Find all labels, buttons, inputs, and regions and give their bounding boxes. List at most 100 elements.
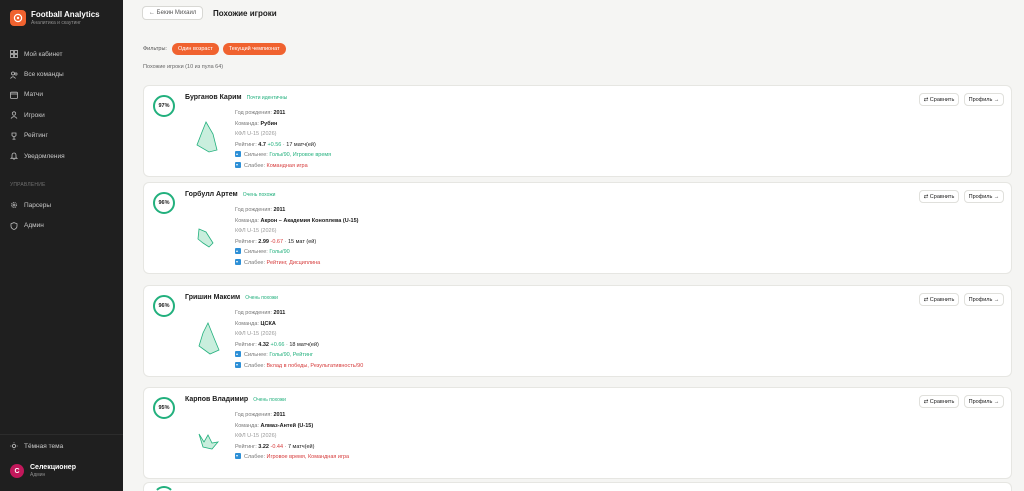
matches-count: 7 матч(ей) <box>287 443 315 450</box>
radar-chart <box>196 121 218 153</box>
sidebar-item-label: Мой кабинет <box>24 50 63 58</box>
arrow-down-icon <box>235 258 241 265</box>
sidebar-nav-admin: Парсеры Админ <box>0 195 123 236</box>
matches-count: 17 матч(ей) <box>286 141 316 148</box>
calendar-icon <box>10 91 18 99</box>
stronger-stats: Голы/90, Рейтинг <box>269 352 313 359</box>
filters-label: Фильтры: <box>143 46 167 52</box>
sidebar-item-teams[interactable]: Все команды <box>0 64 123 84</box>
stronger-stats: Голы/90, Игровое время <box>269 152 332 159</box>
sidebar-item-label: Все команды <box>24 71 64 79</box>
player-name-link[interactable]: Бурганов Карим Почти идентичны <box>185 94 287 101</box>
stronger-label: Сильнее: <box>244 352 268 359</box>
back-button[interactable]: ← Бекин Михаил <box>142 6 204 20</box>
app-logo-icon <box>10 10 26 26</box>
player-name: Карпов Владимир <box>185 396 249 403</box>
rating-label: Рейтинг: <box>235 443 257 450</box>
sidebar-item-label: Рейтинг <box>24 132 48 140</box>
arrow-down-icon <box>235 453 241 460</box>
shield-icon <box>10 221 18 230</box>
player-info: Год рождения: 2011 Команда: ЦСКА КФЛ U-1… <box>235 310 364 369</box>
radar-chart <box>198 433 220 450</box>
similarity-badge: Очень похожи <box>242 192 276 198</box>
team-label: Команда: <box>235 217 259 224</box>
sidebar-item-admin[interactable]: Админ <box>0 215 123 235</box>
rating: 3.22 <box>258 443 269 450</box>
rating-delta: -0.67 <box>270 238 284 245</box>
arrow-down-icon <box>235 161 241 168</box>
birth-year-label: Год рождения: <box>235 412 272 418</box>
birth-year-label: Год рождения: <box>235 207 272 213</box>
player-card: 97% Бурганов Карим Почти идентичны Год ро… <box>143 85 1012 177</box>
profile-button[interactable]: Профиль → <box>964 190 1004 203</box>
player-info: Год рождения: 2011 Команда: Акрон – Акад… <box>235 207 359 266</box>
weaker-label: Слабее: <box>244 162 265 169</box>
sidebar-item-matches[interactable]: Матчи <box>0 85 123 105</box>
compare-button[interactable]: ⇄ Сравнить <box>919 293 959 306</box>
card-actions: ⇄ Сравнить Профиль → <box>919 190 1004 203</box>
bell-icon <box>10 152 18 160</box>
weaker-label: Слабее: <box>244 362 265 369</box>
arrow-up-icon <box>235 151 241 158</box>
avatar: С <box>10 464 24 478</box>
compare-button[interactable]: ⇄ Сравнить <box>919 395 959 408</box>
player-name: Бурганов Карим <box>185 94 242 101</box>
player-card: 95% Карпов Владимир Очень похожи Год рожд… <box>143 387 1012 479</box>
sidebar-item-label: Парсеры <box>24 201 52 209</box>
weaker-stats: Игровое время, Командная игра <box>266 454 350 461</box>
team-label: Команда: <box>235 422 259 429</box>
brand[interactable]: Football Analytics Аналитика и скаутинг <box>10 10 100 27</box>
similarity-score: 97% <box>153 95 175 117</box>
player-card: 96% Горбулл Артем Очень похожи Год рожден… <box>143 182 1012 274</box>
rating-delta: +0.56 <box>267 141 282 148</box>
arrow-up-icon <box>235 351 241 358</box>
profile-button[interactable]: Профиль → <box>964 395 1004 408</box>
user-profile[interactable]: С Селекционер Админ <box>10 463 76 479</box>
theme-toggle[interactable]: Тёмная тема <box>10 442 63 450</box>
sidebar-item-label: Админ <box>24 222 44 230</box>
sidebar-divider <box>0 434 123 435</box>
league: КФЛ U-15 (2026) <box>235 331 277 338</box>
filter-chip-same-age[interactable]: Один возраст <box>171 43 219 55</box>
card-actions: ⇄ Сравнить Профиль → <box>919 293 1004 306</box>
player-name-link[interactable]: Карпов Владимир Очень похожи <box>185 396 286 403</box>
player-name: Гришин Максим <box>185 294 241 301</box>
radar-chart <box>198 322 220 355</box>
similarity-badge: Почти идентичны <box>246 95 288 101</box>
sidebar-item-dashboard[interactable]: Мой кабинет <box>0 44 123 64</box>
sidebar-item-players[interactable]: Игроки <box>0 105 123 125</box>
similarity-score: 95% <box>153 397 175 419</box>
rating: 4.7 <box>258 141 266 148</box>
player-card: 96% Гришин Максим Очень похожи Год рожден… <box>143 285 1012 377</box>
team-name: ЦСКА <box>260 320 276 327</box>
sidebar-item-parsers[interactable]: Парсеры <box>0 195 123 215</box>
birth-year: 2011 <box>273 310 286 316</box>
radar-chart <box>197 228 214 248</box>
filter-chip-label: Текущий чемпионат <box>228 46 280 52</box>
compare-button[interactable]: ⇄ Сравнить <box>919 190 959 203</box>
league: КФЛ U-15 (2026) <box>235 131 277 138</box>
profile-button[interactable]: Профиль → <box>964 93 1004 106</box>
rating: 2.99 <box>258 238 269 245</box>
compare-button[interactable]: ⇄ Сравнить <box>919 93 959 106</box>
filter-chip-current-league[interactable]: Текущий чемпионат <box>222 43 286 55</box>
grid-icon <box>10 50 18 59</box>
sidebar-item-rating[interactable]: Рейтинг <box>0 126 123 146</box>
user-name: Селекционер <box>30 464 76 471</box>
player-name-link[interactable]: Гришин Максим Очень похожи <box>185 294 278 301</box>
weaker-label: Слабее: <box>244 454 265 461</box>
trophy-icon <box>11 132 17 140</box>
player-name-link[interactable]: Горбулл Артем Очень похожи <box>185 191 275 198</box>
user-role: Админ <box>30 472 46 478</box>
rating-delta: +0.66 <box>270 341 285 348</box>
matches-count: 15 мат (ей) <box>287 238 317 245</box>
team-name: Алмаз-Антей (U-15) <box>260 422 314 429</box>
sidebar-item-notifications[interactable]: Уведомления <box>0 146 123 166</box>
profile-button[interactable]: Профиль → <box>964 293 1004 306</box>
theme-toggle-label: Тёмная тема <box>24 442 64 450</box>
matches-count: 18 матч(ей) <box>289 341 319 348</box>
team-name: Рубин <box>260 120 278 127</box>
weaker-stats: Вклад в победы, Результативность/90 <box>266 362 364 369</box>
team-label: Команда: <box>235 120 259 127</box>
rating-label: Рейтинг: <box>235 141 257 148</box>
